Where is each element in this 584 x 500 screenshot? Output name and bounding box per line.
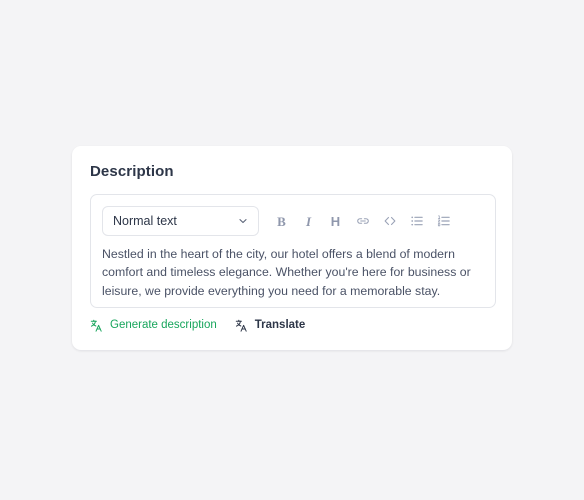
numbered-list-button[interactable] bbox=[433, 211, 454, 232]
translate-icon bbox=[90, 319, 102, 332]
description-textarea[interactable]: Nestled in the heart of the city, our ho… bbox=[102, 245, 484, 300]
translate-label: Translate bbox=[254, 318, 306, 331]
editor-toolbar: Normal text B I H bbox=[91, 195, 495, 247]
chevron-down-icon bbox=[239, 219, 247, 224]
bulleted-list-icon bbox=[410, 216, 423, 226]
link-icon bbox=[356, 218, 369, 224]
page-root: Description Normal text B I H Nestled in… bbox=[0, 0, 584, 500]
generate-description-button[interactable]: Generate description bbox=[90, 318, 217, 333]
code-button[interactable] bbox=[379, 211, 400, 232]
text-style-dropdown-value: Normal text bbox=[113, 213, 177, 228]
description-card: Description Normal text B I H Nestled in… bbox=[72, 146, 512, 350]
bold-glyph: B bbox=[277, 213, 286, 229]
numbered-list-icon bbox=[437, 215, 450, 227]
translate-button[interactable]: Translate bbox=[235, 318, 306, 333]
formatting-tools: B I H bbox=[271, 206, 454, 236]
heading-button[interactable]: H bbox=[325, 211, 346, 232]
italic-button[interactable]: I bbox=[298, 211, 319, 232]
generate-description-label: Generate description bbox=[110, 318, 217, 331]
page-title: Description bbox=[90, 163, 174, 180]
rich-text-editor: Normal text B I H Nestled in the heart o… bbox=[90, 194, 496, 308]
editor-actions: Generate description Translate bbox=[90, 318, 305, 333]
bold-button[interactable]: B bbox=[271, 211, 292, 232]
bulleted-list-button[interactable] bbox=[406, 211, 427, 232]
text-style-dropdown[interactable]: Normal text bbox=[102, 206, 259, 236]
code-brackets-icon bbox=[384, 216, 395, 226]
heading-glyph: H bbox=[330, 213, 341, 229]
translate-icon bbox=[235, 319, 247, 332]
italic-glyph: I bbox=[305, 213, 312, 229]
description-text: Nestled in the heart of the city, our ho… bbox=[102, 247, 471, 298]
link-button[interactable] bbox=[352, 211, 373, 232]
